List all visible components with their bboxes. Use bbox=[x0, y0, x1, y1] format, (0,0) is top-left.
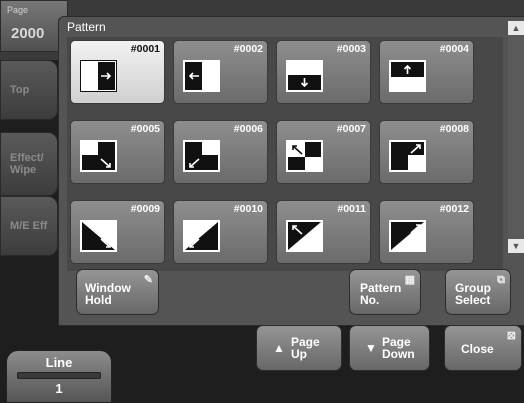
triangle-up-icon: ▲ bbox=[273, 341, 285, 355]
pattern-number: #0004 bbox=[439, 43, 469, 55]
wipe-diag-up-left-icon bbox=[286, 140, 323, 172]
close-icon: ⊠ bbox=[506, 330, 516, 342]
pattern-number: #0001 bbox=[130, 43, 160, 55]
wipe-left-icon bbox=[183, 60, 220, 92]
line-control[interactable]: Line 1 bbox=[6, 350, 112, 403]
pattern-scrollbar[interactable]: ▲ ▼ bbox=[508, 21, 524, 253]
pattern-number: #0002 bbox=[233, 43, 263, 55]
line-label: Line bbox=[45, 355, 73, 370]
pattern-number: #0006 bbox=[233, 123, 263, 135]
pattern-tile-0009[interactable]: #0009 bbox=[70, 200, 165, 264]
page-down-button[interactable]: ▼ Page Down bbox=[349, 325, 430, 371]
page-value: 2000 bbox=[11, 25, 45, 42]
window-hold-button[interactable]: Window Hold ✎ bbox=[76, 269, 159, 315]
wipe-down-icon bbox=[286, 60, 323, 92]
pattern-tile-0006[interactable]: #0006 bbox=[173, 120, 268, 184]
pattern-tile-0008[interactable]: #0008 bbox=[379, 120, 474, 184]
wipe-diag-down-left-icon bbox=[183, 140, 220, 172]
tab-effect-wipe[interactable]: Effect/ Wipe bbox=[0, 132, 58, 196]
pattern-tile-0010[interactable]: #0010 bbox=[173, 200, 268, 264]
pattern-number: #0011 bbox=[337, 203, 366, 215]
pattern-tile-0003[interactable]: #0003 bbox=[276, 40, 371, 104]
wipe-up-icon bbox=[389, 60, 426, 92]
line-slider[interactable] bbox=[17, 372, 101, 379]
pattern-number: #0008 bbox=[439, 123, 469, 135]
pattern-tile-0004[interactable]: #0004 bbox=[379, 40, 474, 104]
wipe-triangle-up-left-icon bbox=[286, 220, 323, 252]
pattern-window: Pattern #0001 #0002 #0003 #0004 #0005 #0… bbox=[58, 16, 524, 326]
wipe-triangle-down-right-icon bbox=[80, 220, 117, 252]
page-label: Page bbox=[7, 5, 29, 15]
window-title: Pattern bbox=[67, 20, 106, 34]
line-value: 1 bbox=[55, 381, 63, 396]
pattern-no-button[interactable]: Pattern No. ▦ bbox=[349, 269, 421, 315]
close-button[interactable]: Close ⊠ bbox=[444, 325, 522, 371]
tab-top[interactable]: Top bbox=[0, 60, 58, 120]
pattern-number: #0005 bbox=[130, 123, 160, 135]
pattern-number: #0003 bbox=[336, 43, 366, 55]
wipe-right-icon bbox=[80, 60, 117, 92]
wipe-diag-down-right-icon bbox=[80, 140, 117, 172]
pattern-number: #0007 bbox=[336, 123, 366, 135]
pattern-tile-0002[interactable]: #0002 bbox=[173, 40, 268, 104]
pattern-tile-0005[interactable]: #0005 bbox=[70, 120, 165, 184]
pattern-tile-0012[interactable]: #0012 bbox=[379, 200, 474, 264]
window-icon: ⧉ bbox=[497, 274, 505, 286]
wipe-diag-up-right-icon bbox=[389, 140, 426, 172]
keypad-icon: ▦ bbox=[404, 274, 415, 286]
scroll-down-icon[interactable]: ▼ bbox=[508, 239, 524, 253]
pattern-tile-0011[interactable]: #0011 bbox=[276, 200, 371, 264]
triangle-down-icon: ▼ bbox=[365, 341, 377, 355]
pattern-number: #0010 bbox=[233, 203, 263, 215]
group-select-button[interactable]: Group Select ⧉ bbox=[445, 269, 511, 315]
page-up-button[interactable]: ▲ Page Up bbox=[256, 325, 342, 371]
pin-icon: ✎ bbox=[143, 274, 153, 286]
pattern-tile-0001[interactable]: #0001 bbox=[70, 40, 165, 104]
tab-me-effect[interactable]: M/E Eff bbox=[0, 196, 58, 256]
pattern-tile-0007[interactable]: #0007 bbox=[276, 120, 371, 184]
wipe-triangle-up-right-icon bbox=[389, 220, 426, 252]
pattern-grid: #0001 #0002 #0003 #0004 #0005 #0006 #000… bbox=[67, 37, 503, 271]
pattern-number: #0012 bbox=[439, 203, 469, 215]
pattern-number: #0009 bbox=[130, 203, 160, 215]
scroll-up-icon[interactable]: ▲ bbox=[508, 21, 524, 35]
wipe-triangle-down-left-icon bbox=[183, 220, 220, 252]
